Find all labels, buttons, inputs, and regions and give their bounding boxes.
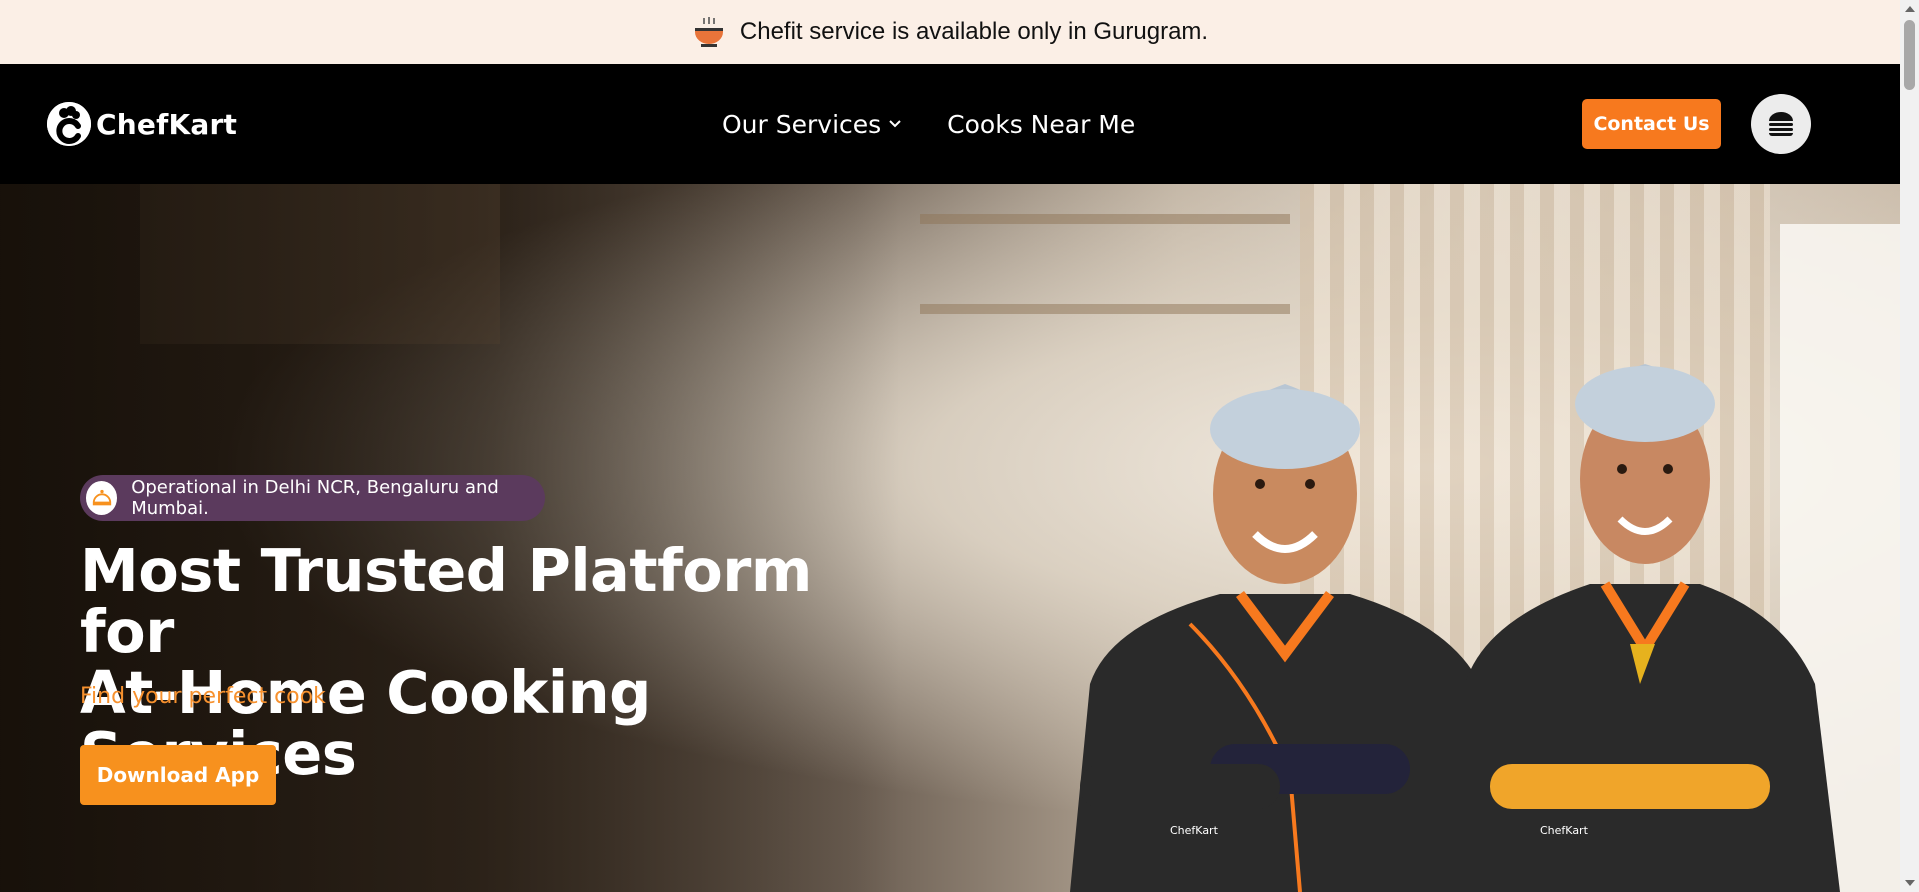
kitchen-shelf [920, 304, 1290, 314]
hero-title-line-1: Most Trusted Platform for [80, 536, 812, 666]
chevron-down-icon [889, 120, 901, 128]
chefkart-logo[interactable]: ChefKart [47, 102, 237, 146]
nav-our-services-label: Our Services [722, 109, 882, 139]
main-nav: Our Services Cooks Near Me [722, 64, 1135, 184]
scrollbar-thumb[interactable] [1904, 20, 1915, 90]
download-app-button[interactable]: Download App [80, 745, 276, 805]
logo-text: ChefKart [96, 107, 238, 141]
burger-icon [1769, 112, 1793, 136]
svg-text:ChefKart: ChefKart [1540, 824, 1589, 837]
nav-cooks-near-me-label: Cooks Near Me [947, 109, 1136, 139]
announcement-text: Chefit service is available only in Guru… [739, 18, 1209, 45]
scroll-down-arrow-icon[interactable] [1905, 880, 1915, 886]
page-scrollbar[interactable] [1900, 0, 1919, 892]
hero-subtitle: Find your perfect cook [80, 684, 326, 709]
operational-badge-text: Operational in Delhi NCR, Bengaluru and … [131, 477, 499, 519]
announcement-bar: Chefit service is available only in Guru… [0, 0, 1900, 64]
nav-cooks-near-me[interactable]: Cooks Near Me [947, 110, 1135, 139]
scroll-up-arrow-icon[interactable] [1905, 6, 1915, 12]
operational-badge: Operational in Delhi NCR, Bengaluru and … [80, 475, 545, 521]
cloche-icon [86, 481, 118, 515]
chef-hat-logo-icon [47, 102, 91, 146]
contact-us-button[interactable]: Contact Us [1582, 99, 1721, 149]
bowl-icon [692, 15, 726, 49]
svg-text:ChefKart: ChefKart [1170, 824, 1219, 837]
nav-our-services[interactable]: Our Services [722, 110, 903, 139]
chef-image-right: ChefKart [1450, 364, 1840, 892]
kitchen-shelf [920, 214, 1290, 224]
menu-button[interactable] [1751, 94, 1811, 154]
